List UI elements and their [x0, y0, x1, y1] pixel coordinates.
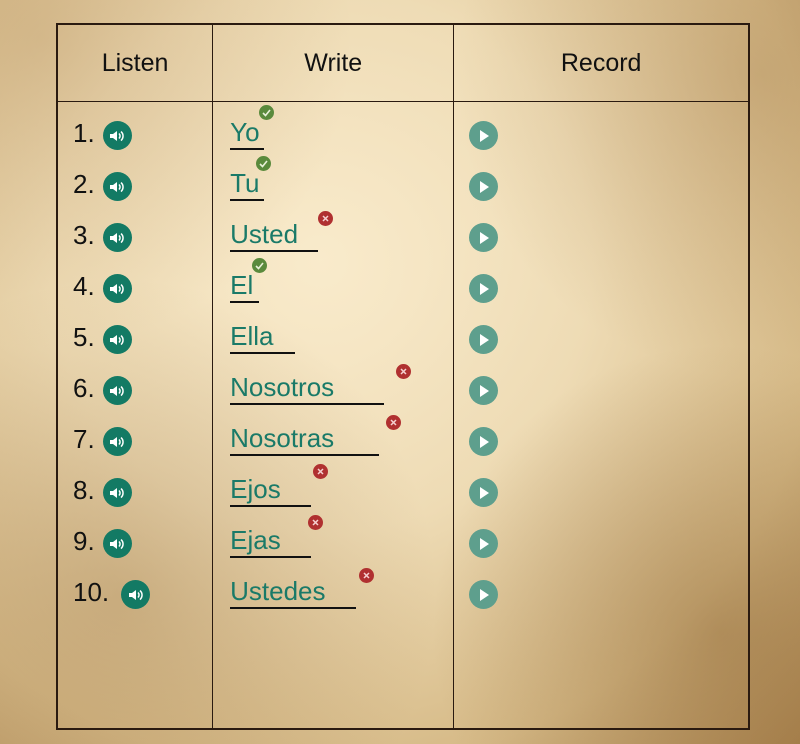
answer-field[interactable]: Nosotros — [230, 364, 412, 405]
play-icon[interactable] — [469, 172, 499, 201]
error-x-icon — [318, 211, 334, 226]
checkmark-icon — [252, 258, 268, 273]
item-number: 5. — [73, 322, 95, 352]
listen-row: 8. — [58, 465, 212, 516]
play-icon[interactable] — [469, 274, 499, 303]
item-number: 3. — [73, 220, 95, 250]
answer-text[interactable]: Ejas — [230, 525, 311, 558]
listen-column: 1. 2. 3. 4. 5. 6. 7. 8. 9. 10. — [56, 101, 214, 730]
speaker-icon[interactable] — [102, 325, 132, 354]
write-row: Usted — [213, 210, 453, 261]
item-number: 1. — [73, 118, 95, 148]
play-icon[interactable] — [469, 325, 499, 354]
speaker-icon[interactable] — [121, 580, 151, 609]
answer-field[interactable]: Ustedes — [230, 568, 375, 609]
error-x-icon — [308, 515, 324, 530]
error-x-icon — [396, 364, 412, 379]
speaker-icon[interactable] — [102, 529, 132, 558]
play-icon[interactable] — [469, 376, 499, 405]
record-row — [454, 516, 748, 567]
header-row: Listen Write Record — [56, 23, 750, 102]
record-row — [454, 312, 748, 363]
write-column: Yo Tu Usted El Ella Nosotros Nosotras Ej… — [212, 101, 455, 730]
listen-row: 4. — [58, 261, 212, 312]
listen-row: 3. — [58, 210, 212, 261]
speaker-icon[interactable] — [102, 376, 132, 405]
answer-text[interactable]: Nosotras — [230, 423, 380, 456]
speaker-icon[interactable] — [102, 427, 132, 456]
answer-text[interactable]: Ustedes — [230, 576, 356, 609]
answer-field[interactable]: Usted — [230, 211, 334, 252]
listen-row: 1. — [58, 108, 212, 159]
record-row — [454, 210, 748, 261]
listen-row: 9. — [58, 516, 212, 567]
speaker-icon[interactable] — [102, 223, 132, 252]
write-row: Tu — [213, 156, 453, 210]
error-x-icon — [359, 568, 375, 583]
write-row: Ustedes — [213, 567, 453, 618]
error-x-icon — [313, 464, 329, 479]
speaker-icon[interactable] — [102, 121, 132, 150]
play-icon[interactable] — [469, 580, 499, 609]
play-icon[interactable] — [469, 529, 499, 558]
play-icon[interactable] — [469, 223, 499, 252]
answer-text[interactable]: Nosotros — [230, 372, 385, 405]
checkmark-icon — [259, 105, 275, 120]
answer-field[interactable]: El — [230, 258, 268, 303]
item-number: 8. — [73, 475, 95, 505]
write-row: Ejos — [213, 464, 453, 516]
record-row — [454, 465, 748, 516]
play-icon[interactable] — [469, 121, 499, 150]
item-number: 7. — [73, 424, 95, 454]
checkmark-icon — [256, 156, 272, 171]
header-record: Record — [453, 23, 750, 102]
answer-text[interactable]: Usted — [230, 219, 319, 252]
write-row: Ella — [213, 312, 453, 363]
record-row — [454, 159, 748, 210]
answer-field[interactable]: Tu — [230, 156, 272, 201]
answer-text[interactable]: El — [230, 270, 260, 303]
answer-field[interactable]: Nosotras — [230, 415, 402, 456]
play-icon[interactable] — [469, 427, 499, 456]
play-icon[interactable] — [469, 478, 499, 507]
item-number: 4. — [73, 271, 95, 301]
header-write: Write — [212, 23, 455, 102]
write-row: El — [213, 258, 453, 312]
listen-row: 7. — [58, 414, 212, 465]
record-column — [453, 101, 750, 730]
item-number: 10. — [73, 577, 110, 607]
record-row — [454, 363, 748, 414]
speaker-icon[interactable] — [102, 172, 132, 201]
record-row — [454, 567, 748, 618]
answer-text[interactable]: Yo — [230, 117, 264, 150]
write-row: Ejas — [213, 515, 453, 567]
listen-row: 6. — [58, 363, 212, 414]
write-row: Yo — [213, 105, 453, 159]
answer-field[interactable]: Ejas — [230, 515, 324, 558]
answer-text[interactable]: Ella — [230, 321, 296, 354]
speaker-icon[interactable] — [102, 478, 132, 507]
item-number: 6. — [73, 373, 95, 403]
write-row: Nosotros — [213, 363, 453, 414]
answer-text[interactable]: Tu — [230, 168, 264, 201]
listen-row: 5. — [58, 312, 212, 363]
error-x-icon — [386, 415, 402, 430]
worksheet-table: Listen Write Record 1. 2. 3. 4. 5. 6. 7.… — [56, 23, 750, 730]
item-number: 9. — [73, 526, 95, 556]
record-row — [454, 108, 748, 159]
answer-text[interactable]: Ejos — [230, 474, 311, 507]
record-row — [454, 414, 748, 465]
record-row — [454, 261, 748, 312]
speaker-icon[interactable] — [102, 274, 132, 303]
write-row: Nosotras — [213, 414, 453, 465]
answer-field[interactable]: Ejos — [230, 464, 329, 507]
item-number: 2. — [73, 169, 95, 199]
answer-field[interactable]: Ella — [230, 321, 296, 354]
listen-row: 10. — [58, 567, 212, 618]
answer-field[interactable]: Yo — [230, 105, 275, 150]
header-listen: Listen — [56, 23, 214, 102]
listen-row: 2. — [58, 159, 212, 210]
